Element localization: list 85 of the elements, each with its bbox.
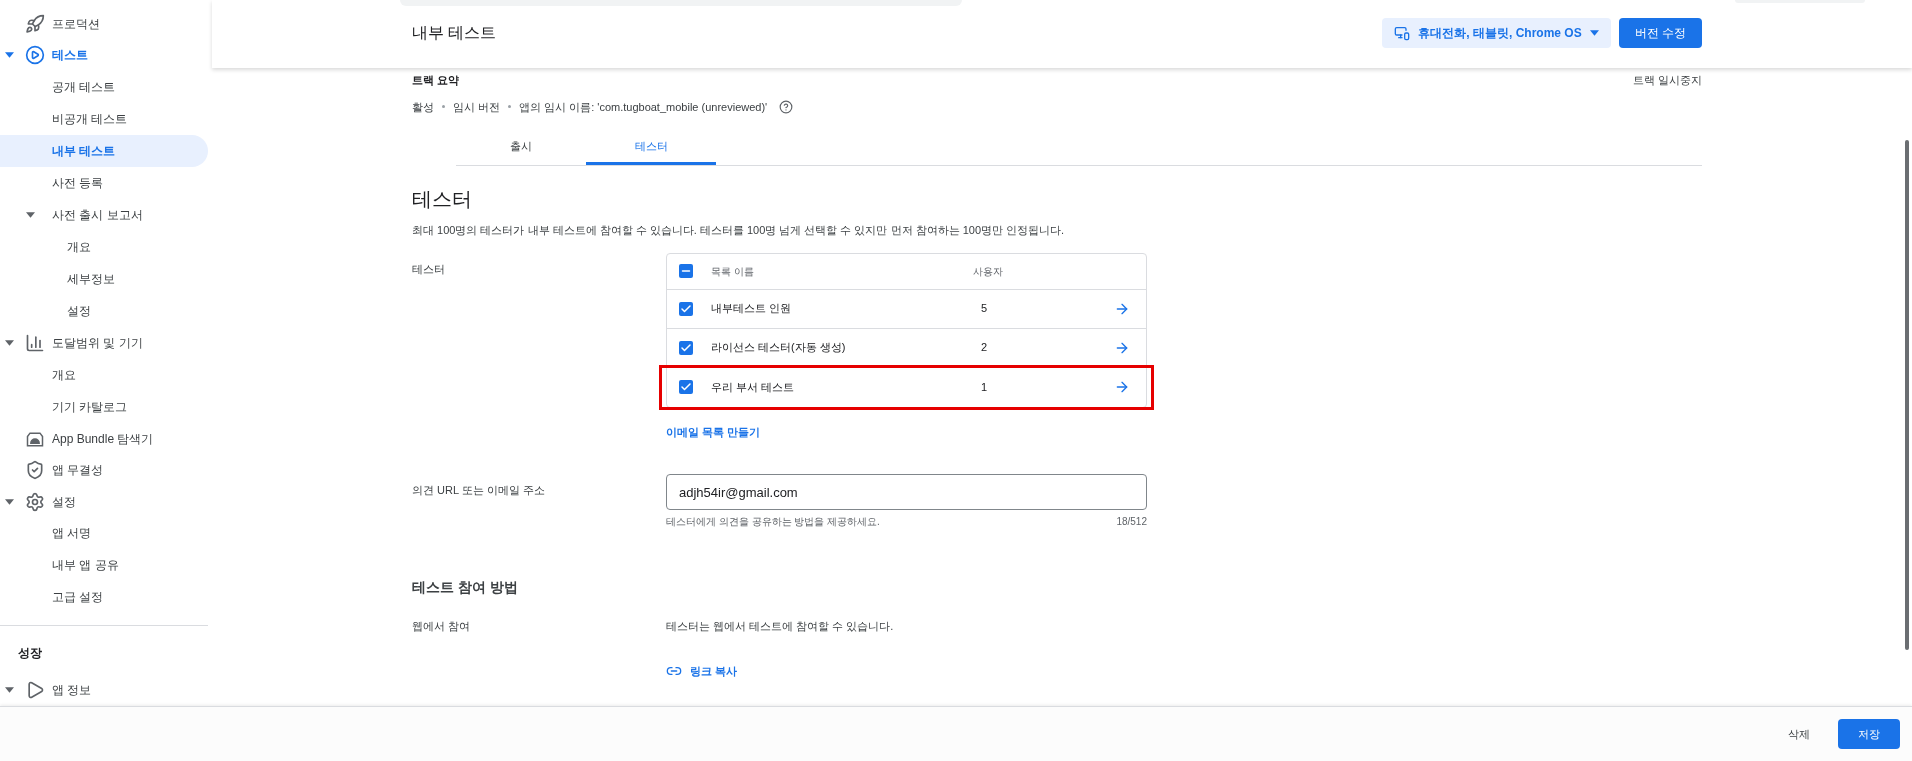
sidebar-item[interactable]: 내부 앱 공유: [0, 549, 208, 582]
shield-icon: [25, 460, 45, 481]
play-triangle-icon: [25, 680, 45, 700]
column-header: 목록 이름: [711, 264, 755, 279]
tab[interactable]: 출시: [456, 131, 586, 165]
table-cell-text: 우리 부서 테스트: [711, 379, 796, 395]
section-heading: 테스트 참여 방법: [412, 578, 519, 597]
sidebar-item[interactable]: 도달범위 및 기기: [0, 327, 212, 359]
create-list-link[interactable]: 이메일 목록 만들기: [666, 423, 761, 440]
pause-track-link[interactable]: 트랙 일시중지: [1632, 72, 1702, 89]
section-title: 성장: [17, 645, 43, 662]
sidebar-item[interactable]: 내부 테스트: [0, 135, 208, 168]
sidebar-item[interactable]: 앱 정보: [0, 674, 212, 706]
caret-icon[interactable]: [26, 212, 35, 219]
sidebar-item[interactable]: 앱 서명: [0, 517, 208, 550]
check-icon: [680, 341, 692, 354]
sidebar-item[interactable]: 설정: [0, 485, 212, 518]
sidebar-item[interactable]: 고급 설정: [0, 581, 208, 614]
sidebar-label: 테스트: [52, 47, 88, 65]
caret-icon[interactable]: [4, 498, 14, 505]
field-label: 웹에서 참여: [412, 619, 472, 634]
info-text: 테스터는 웹에서 테스트에 참여할 수 있습니다.: [666, 619, 894, 634]
sidebar-item[interactable]: 기기 카탈로그: [0, 390, 208, 423]
section-heading: 테스터: [412, 187, 473, 212]
sidebar-label: 프로덕션: [52, 15, 100, 33]
settings-icon: [25, 491, 45, 512]
page-title: 내부 테스트: [412, 23, 498, 43]
table-row[interactable]: 라이선스 테스터(자동 생성) 2: [667, 328, 1146, 368]
sidebar-item[interactable]: 개요: [0, 231, 208, 264]
rocket-icon: [25, 13, 45, 34]
table-cell-text: 1: [981, 379, 989, 395]
help-icon[interactable]: [779, 99, 794, 114]
helper-text: 테스터에게 의견을 공유하는 방법을 제공하세요.: [666, 515, 880, 529]
description: 최대 100명의 테스터가 내부 테스트에 참여할 수 있습니다. 테스터를 100명 넘게 선택할 수 있지만 먼저 참여하는 100명만 인정됩니다.: [412, 223, 1066, 238]
status-text: 활성: [412, 99, 434, 115]
sidebar-label: App Bundle 탐색기: [52, 430, 154, 448]
caret-icon[interactable]: [4, 687, 14, 693]
section-label: 트랙 요약: [412, 73, 460, 88]
sidebar-item[interactable]: 설정: [0, 295, 208, 328]
sidebar-item[interactable]: 사전 등록: [0, 167, 208, 200]
column-header: 사용자: [973, 264, 1003, 279]
edit-version-button[interactable]: 버전 수정: [1618, 18, 1702, 48]
sidebar-label: 앱 무결성: [52, 462, 104, 480]
devices-icon: [1394, 25, 1411, 41]
sidebar-item[interactable]: 프로덕션: [0, 8, 212, 40]
check-icon: [680, 302, 692, 315]
checkbox[interactable]: [679, 301, 693, 316]
caret-icon[interactable]: [4, 52, 14, 59]
table-row[interactable]: 우리 부서 테스트 1: [662, 367, 1151, 407]
checkbox[interactable]: [679, 380, 693, 394]
tab[interactable]: 테스터: [586, 131, 716, 165]
sidebar-item[interactable]: 사전 출시 보고서: [0, 199, 208, 232]
copy-link-button[interactable]: 링크 복사: [666, 662, 894, 679]
status-text: 앱의 임시 이름: 'com.tugboat_mobile (unreviewed)': [519, 99, 768, 115]
char-counter: 18/512: [1116, 515, 1147, 529]
sidebar-item[interactable]: 개요: [0, 358, 208, 391]
device-filter[interactable]: 휴대전화, 태블릿, Chrome OS: [1382, 18, 1611, 48]
field-label: 테스터: [412, 261, 446, 277]
caret-icon: [1589, 30, 1599, 36]
delete-button[interactable]: 삭제: [1780, 719, 1818, 749]
sidebar-label: 도달범위 및 기기: [52, 334, 143, 352]
sidebar-item[interactable]: App Bundle 탐색기: [0, 422, 212, 455]
checkbox[interactable]: [679, 340, 693, 355]
status-text: 임시 버전: [453, 99, 501, 115]
sidebar-item[interactable]: 테스트: [0, 39, 212, 72]
sidebar-item[interactable]: 앱 무결성: [0, 454, 212, 486]
play-circle-icon: [25, 45, 45, 66]
caret-icon[interactable]: [4, 339, 14, 346]
field-label: 의견 URL 또는 이메일 주소: [412, 483, 546, 498]
sidebar-label: 설정: [52, 493, 76, 511]
table-row[interactable]: 내부테스트 인원 5: [667, 289, 1146, 329]
table-cell-text: 2: [981, 340, 989, 356]
check-icon: [680, 381, 692, 393]
sidebar-label: 앱 정보: [52, 682, 92, 699]
bar-chart-icon: [25, 332, 45, 353]
sidebar-item[interactable]: 비공개 테스트: [0, 103, 208, 136]
arrow-right-icon[interactable]: [1114, 379, 1130, 395]
table-cell-text: 5: [981, 301, 989, 317]
sidebar-item[interactable]: 공개 테스트: [0, 71, 208, 104]
table-cell-text: 내부테스트 인원: [711, 301, 793, 317]
sidebar-item[interactable]: 세부정보: [0, 263, 208, 296]
save-button[interactable]: 저장: [1838, 719, 1900, 749]
feedback-input[interactable]: adjh54ir@gmail.com: [666, 474, 1147, 510]
table-cell-text: 라이선스 테스터(자동 생성): [711, 340, 847, 356]
checkbox[interactable]: [679, 264, 693, 278]
